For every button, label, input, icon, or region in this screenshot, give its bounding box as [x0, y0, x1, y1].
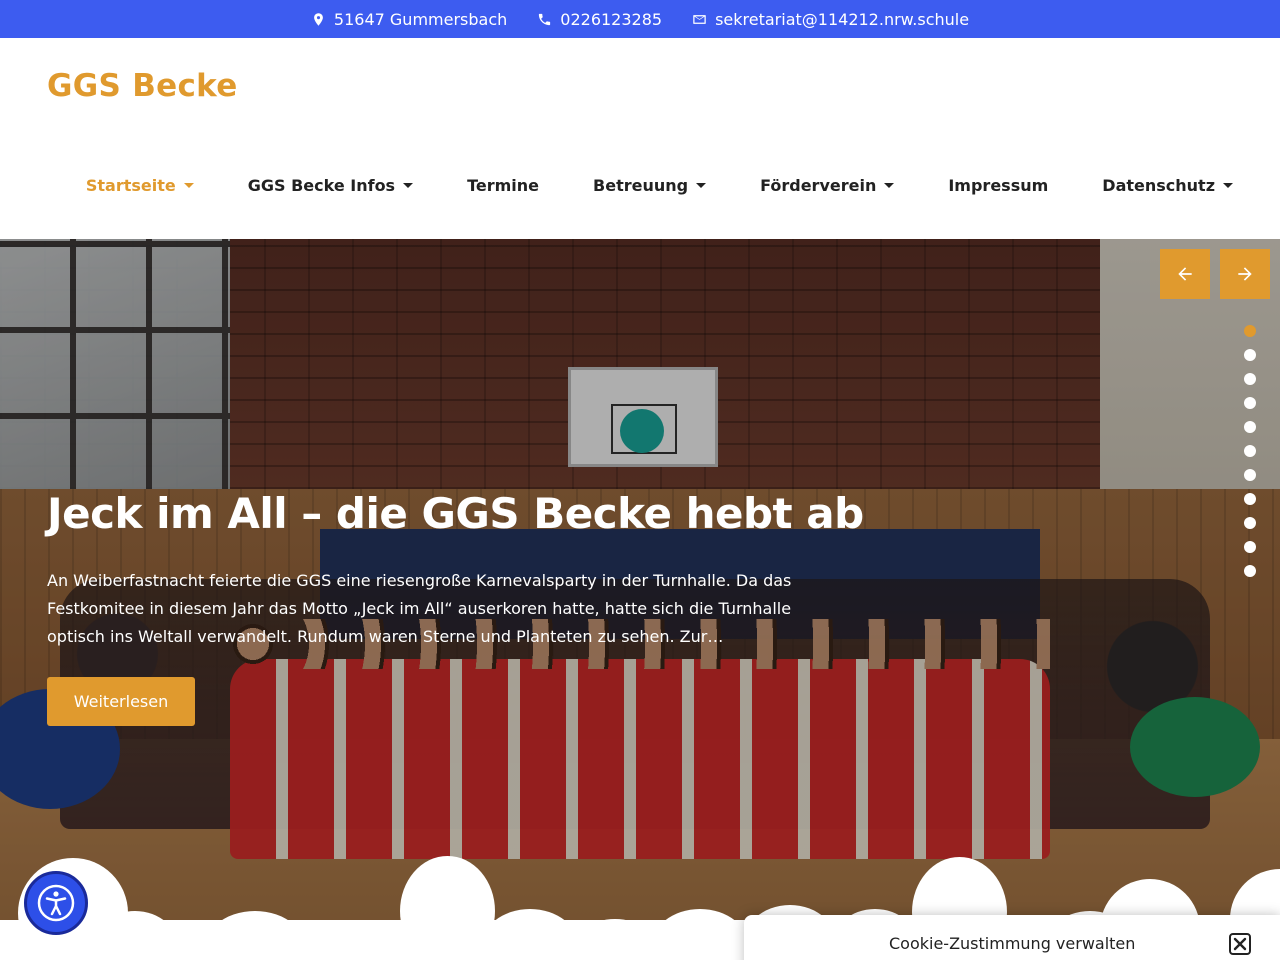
nav-label: Datenschutz	[1102, 176, 1215, 195]
arrow-left-icon	[1178, 267, 1192, 281]
accessibility-button[interactable]	[24, 871, 88, 935]
slider-prev-button[interactable]	[1160, 249, 1210, 299]
nav-label: Termine	[467, 176, 540, 195]
map-marker-icon	[314, 12, 323, 26]
nav-item-betreuung[interactable]: Betreuung	[593, 176, 707, 195]
nav-label: Startseite	[85, 176, 176, 195]
slider-dot[interactable]	[1244, 541, 1256, 553]
nav-item-datenschutz[interactable]: Datenschutz	[1102, 176, 1233, 195]
slider-dot[interactable]	[1244, 397, 1256, 409]
nav-label: Impressum	[948, 176, 1049, 195]
slider-next-button[interactable]	[1220, 249, 1270, 299]
slider-dot[interactable]	[1244, 565, 1256, 577]
phone-icon	[539, 13, 551, 25]
slider-dot[interactable]	[1244, 373, 1256, 385]
address-item[interactable]: 51647 Gummersbach	[311, 10, 507, 29]
read-more-button[interactable]: Weiterlesen	[47, 677, 195, 726]
top-contact-bar: 51647 Gummersbach 0226123285 sekretariat…	[0, 0, 1280, 38]
nav-item-impressum[interactable]: Impressum	[948, 176, 1048, 195]
slider-dot[interactable]	[1244, 493, 1256, 505]
phone-text: 0226123285	[560, 9, 663, 29]
caret-down-icon	[696, 183, 707, 188]
arrow-right-icon	[1238, 267, 1252, 281]
slider-dot[interactable]	[1244, 517, 1256, 529]
hero-slider: Jeck im All – die GGS Becke hebt ab An W…	[0, 239, 1280, 960]
nav-item-ggs-becke-infos[interactable]: GGS Becke Infos	[247, 176, 414, 195]
close-icon	[1233, 937, 1247, 951]
email-text: sekretariat@114212.nrw.schule	[715, 9, 970, 29]
nav-label: Förderverein	[760, 176, 877, 195]
nav-item-foerderverein[interactable]: Förderverein	[760, 176, 895, 195]
cookie-close-button[interactable]	[1229, 933, 1251, 955]
site-header: GGS Becke Startseite GGS Becke Infos Ter…	[0, 38, 1280, 239]
caret-down-icon	[403, 183, 414, 188]
slider-dot[interactable]	[1244, 349, 1256, 361]
slider-pagination	[1244, 325, 1256, 577]
address-text: 51647 Gummersbach	[333, 9, 508, 29]
caret-down-icon	[884, 183, 895, 188]
nav-label: Betreuung	[593, 176, 689, 195]
nav-label: GGS Becke Infos	[247, 176, 396, 195]
nav-item-termine[interactable]: Termine	[467, 176, 539, 195]
slider-dot[interactable]	[1244, 469, 1256, 481]
slider-dot[interactable]	[1244, 421, 1256, 433]
hero-excerpt: An Weiberfastnacht feierte die GGS eine …	[47, 571, 792, 646]
caret-down-icon	[183, 183, 194, 188]
main-navigation: Startseite GGS Becke Infos Termine Betre…	[32, 176, 1233, 195]
slider-dot[interactable]	[1244, 325, 1256, 337]
nav-item-startseite[interactable]: Startseite	[86, 176, 194, 195]
site-logo[interactable]: GGS Becke	[47, 68, 238, 104]
hero-title: Jeck im All – die GGS Becke hebt ab	[47, 489, 864, 538]
accessibility-icon	[37, 884, 75, 922]
cookie-title: Cookie-Zustimmung verwalten	[889, 934, 1136, 953]
slider-dot[interactable]	[1244, 445, 1256, 457]
envelope-icon	[693, 14, 706, 24]
caret-down-icon	[1223, 183, 1233, 188]
email-item[interactable]: sekretariat@114212.nrw.schule	[692, 10, 969, 29]
cookie-consent-panel: Cookie-Zustimmung verwalten	[744, 915, 1280, 960]
phone-item[interactable]: 0226123285	[537, 10, 662, 29]
